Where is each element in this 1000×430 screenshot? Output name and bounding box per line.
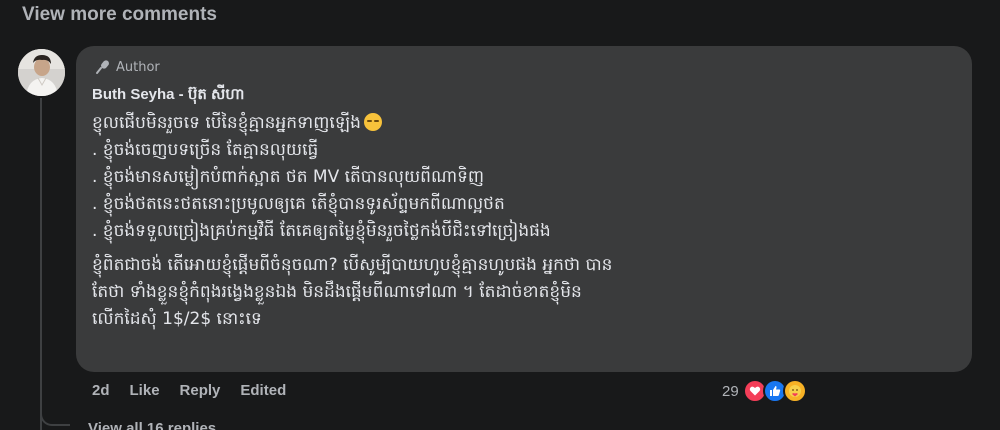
timestamp-link[interactable]: 2d xyxy=(92,382,110,399)
comment-paragraph: ខ្ញុំពិតជាចង់ តើអោយខ្ញុំផ្តើមពីចំនុចណា? … xyxy=(92,252,952,333)
view-all-replies-link[interactable]: View all 16 replies xyxy=(88,420,216,430)
microphone-icon xyxy=(96,60,109,74)
comment-text: ខ្ញុលផើបមិនរួចទេ បើនៃខ្ញុំគ្មានអ្នកទាញឡើ… xyxy=(92,110,952,333)
avatar-photo xyxy=(18,49,65,96)
author-badge-label: Author xyxy=(116,59,160,75)
thread-line xyxy=(40,98,42,430)
author-name-link[interactable]: Buth Seyha - ប៊ុត សីហា xyxy=(92,85,244,107)
paragraph-line-2: តែថា ទាំងខ្លួនខ្ញុំកំពុងរង្វេងខ្លួនឯង មិ… xyxy=(92,282,582,302)
view-more-comments-link[interactable]: View more comments xyxy=(22,4,217,26)
pensive-emoji-icon xyxy=(363,113,382,131)
comment-line-4: . ខ្ញុំចង់ថតនេះថតនោះប្រមូលឲ្យគេ តើខ្ញុំប… xyxy=(92,194,505,214)
reactions-summary[interactable]: 29 xyxy=(722,379,807,403)
comment-thread: View more comments Author Buth Seyha - ប… xyxy=(0,0,1000,430)
thread-branch xyxy=(40,410,70,426)
edited-link[interactable]: Edited xyxy=(240,382,286,399)
reaction-count: 29 xyxy=(722,382,739,400)
comment-actions: 2d Like Reply Edited xyxy=(92,382,286,399)
comment-line-1-text: ខ្ញុលផើបមិនរួចទេ បើនៃខ្ញុំគ្មានអ្នកទាញឡើ… xyxy=(92,113,361,133)
reply-button[interactable]: Reply xyxy=(180,382,221,399)
paragraph-line-3: លើកដៃសុំ 1$/2$ នោះទេ xyxy=(92,309,262,329)
avatar[interactable] xyxy=(18,49,65,96)
paragraph-line-1: ខ្ញុំពិតជាចង់ តើអោយខ្ញុំផ្តើមពីចំនុចណា? … xyxy=(92,255,613,275)
author-badge: Author xyxy=(95,59,160,75)
comment-line-3: . ខ្ញុំចង់មានសម្លៀកបំពាក់ស្អាត ថត MV តើប… xyxy=(92,167,485,187)
comment-line-1: ខ្ញុលផើបមិនរួចទេ បើនៃខ្ញុំគ្មានអ្នកទាញឡើ… xyxy=(92,110,952,137)
like-button[interactable]: Like xyxy=(130,382,160,399)
comment-line-2: . ខ្ញុំចង់ចេញបទច្រើន តែគ្មានលុយធ្វើ xyxy=(92,140,319,160)
care-reaction-icon xyxy=(782,379,807,403)
comment-line-5: . ខ្ញុំចង់ទទួលច្រៀងគ្រប់កម្មវិធី តែគេឲ្យ… xyxy=(92,221,551,241)
